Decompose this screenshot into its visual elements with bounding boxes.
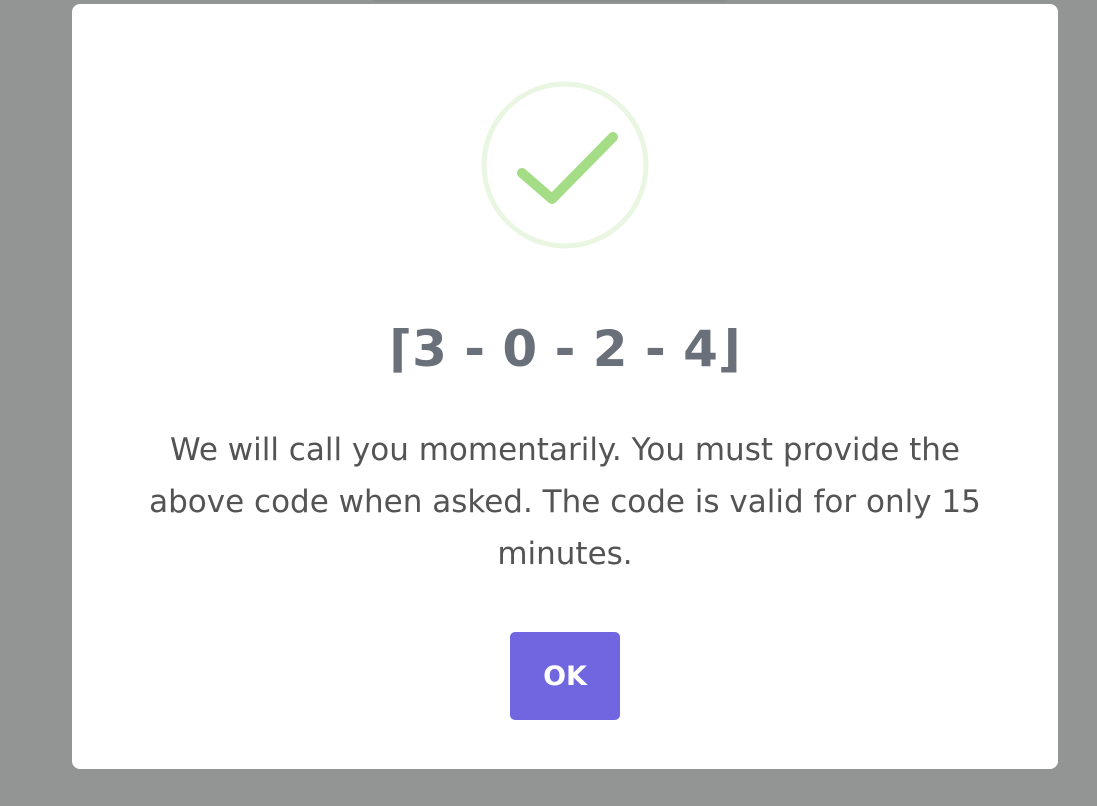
verification-code: ⌈3 - 0 - 2 - 4⌋	[389, 320, 741, 378]
dialog-message: We will call you momentarily. You must p…	[149, 432, 981, 572]
background-page-element	[370, 0, 730, 2]
success-dialog: ⌈3 - 0 - 2 - 4⌋ We will call you momenta…	[72, 4, 1058, 769]
ok-button[interactable]: OK	[510, 632, 620, 720]
checkmark-circle-icon	[480, 80, 650, 250]
